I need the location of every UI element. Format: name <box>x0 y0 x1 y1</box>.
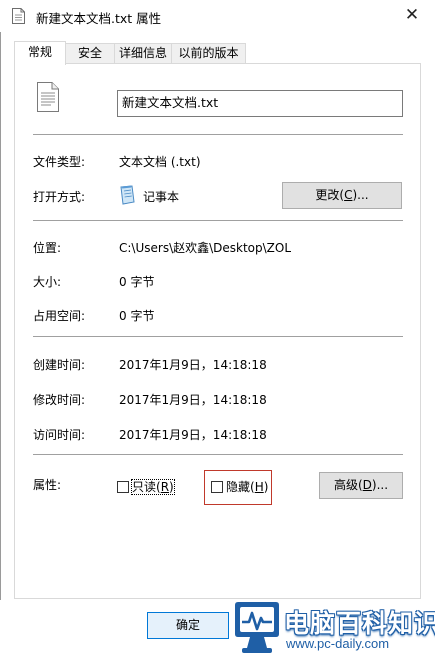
title-bar[interactable]: 新建文本文档.txt 属性 ✕ <box>0 0 435 32</box>
readonly-checkbox-label: 只读(R) <box>131 479 175 495</box>
hidden-text: 隐藏( <box>226 480 255 494</box>
file-name-input[interactable]: 新建文本文档.txt <box>117 90 403 117</box>
readonly-key: R <box>160 480 170 494</box>
watermark: 电脑百科知识 www.pc-daily.com <box>232 598 435 658</box>
text-document-icon <box>12 8 25 24</box>
tab-details[interactable]: 详细信息 <box>114 43 172 63</box>
general-panel: 新建文本文档.txt 文件类型: 文本文档 (.txt) 打开方式: 记事本 更… <box>14 63 421 599</box>
open-with-value: 记事本 <box>143 190 180 204</box>
file-type-label: 文件类型: <box>33 155 86 169</box>
advanced-button-suffix: )... <box>371 478 389 492</box>
disk-size-value: 0 字节 <box>119 309 155 323</box>
accessed-value: 2017年1月9日，14:18:18 <box>119 428 267 442</box>
size-label: 大小: <box>33 275 62 289</box>
disk-size-label: 占用空间: <box>33 309 86 323</box>
tab-security[interactable]: 安全 <box>65 43 115 63</box>
hidden-checkbox[interactable]: 隐藏(H) <box>211 478 268 495</box>
readonly-text: 只读( <box>132 480 161 494</box>
change-button-text: 更改( <box>315 188 345 202</box>
window-edge <box>0 0 1 658</box>
properties-dialog: 新建文本文档.txt 属性 ✕ 常规 安全 详细信息 以前的版本 新建文本文档.… <box>0 0 435 658</box>
text-file-icon <box>37 82 59 112</box>
close-icon: ✕ <box>404 5 420 25</box>
hidden-suffix: ) <box>263 480 269 494</box>
separator <box>33 220 403 221</box>
size-value: 0 字节 <box>119 275 155 289</box>
separator <box>33 134 403 135</box>
change-button-suffix: )... <box>352 188 369 202</box>
location-label: 位置: <box>33 241 62 255</box>
watermark-url: www.pc-daily.com <box>286 636 390 651</box>
separator <box>33 454 403 455</box>
notepad-icon <box>120 185 135 205</box>
hidden-checkbox-box[interactable] <box>211 481 223 493</box>
attributes-label: 属性: <box>33 478 62 492</box>
hidden-checkbox-label: 隐藏(H) <box>226 480 268 494</box>
location-value: C:\Users\赵欢鑫\Desktop\ZOL <box>119 241 292 255</box>
separator <box>33 336 403 337</box>
hidden-key: H <box>254 480 264 494</box>
change-button[interactable]: 更改(C)... <box>282 182 402 209</box>
advanced-button-key: D <box>362 478 372 492</box>
ok-button[interactable]: 确定 <box>147 612 229 639</box>
readonly-checkbox-box[interactable] <box>117 481 129 493</box>
modified-label: 修改时间: <box>33 393 86 407</box>
readonly-checkbox[interactable]: 只读(R) <box>117 478 175 495</box>
readonly-suffix: ) <box>169 480 174 494</box>
created-value: 2017年1月9日，14:18:18 <box>119 358 267 372</box>
file-type-value: 文本文档 (.txt) <box>119 155 201 169</box>
accessed-label: 访问时间: <box>33 428 86 442</box>
window-title: 新建文本文档.txt 属性 <box>36 11 162 26</box>
tab-previous-versions[interactable]: 以前的版本 <box>171 43 246 63</box>
advanced-button[interactable]: 高级(D)... <box>319 472 403 499</box>
open-with-label: 打开方式: <box>33 190 86 204</box>
tab-general[interactable]: 常规 <box>14 41 66 65</box>
monitor-logo-icon <box>235 602 279 653</box>
advanced-button-text: 高级( <box>333 478 363 492</box>
watermark-title: 电脑百科知识 <box>284 609 435 638</box>
close-button[interactable]: ✕ <box>389 0 435 32</box>
created-label: 创建时间: <box>33 358 86 372</box>
modified-value: 2017年1月9日，14:18:18 <box>119 393 267 407</box>
